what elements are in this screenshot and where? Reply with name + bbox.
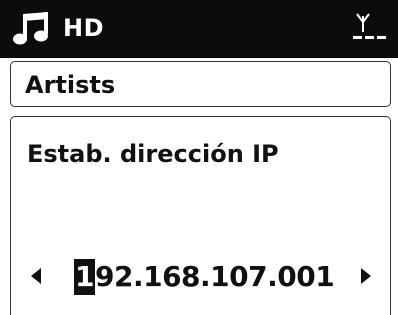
wifi-signal-icon xyxy=(353,13,386,39)
ip-address-row[interactable]: 1 92.168.107.001 xyxy=(11,251,392,303)
breadcrumb-header: Artists xyxy=(10,61,391,107)
ip-address-value: 92.168.107.001 xyxy=(94,260,335,293)
status-bar: HD xyxy=(0,0,398,58)
device-screen: HD Artists Estab. dirección IP 1 92.168.… xyxy=(0,0,398,315)
ip-address-field[interactable]: 1 92.168.107.001 xyxy=(74,257,335,297)
source-label: HD xyxy=(63,14,105,42)
ip-edit-cursor: 1 xyxy=(74,259,95,295)
music-note-icon xyxy=(13,12,48,45)
setting-title: Estab. dirección IP xyxy=(27,140,279,168)
page-title: Artists xyxy=(25,71,116,99)
left-arrow-icon[interactable] xyxy=(31,268,41,284)
right-arrow-icon[interactable] xyxy=(361,268,371,284)
settings-panel: Estab. dirección IP 1 92.168.107.001 xyxy=(10,116,391,315)
